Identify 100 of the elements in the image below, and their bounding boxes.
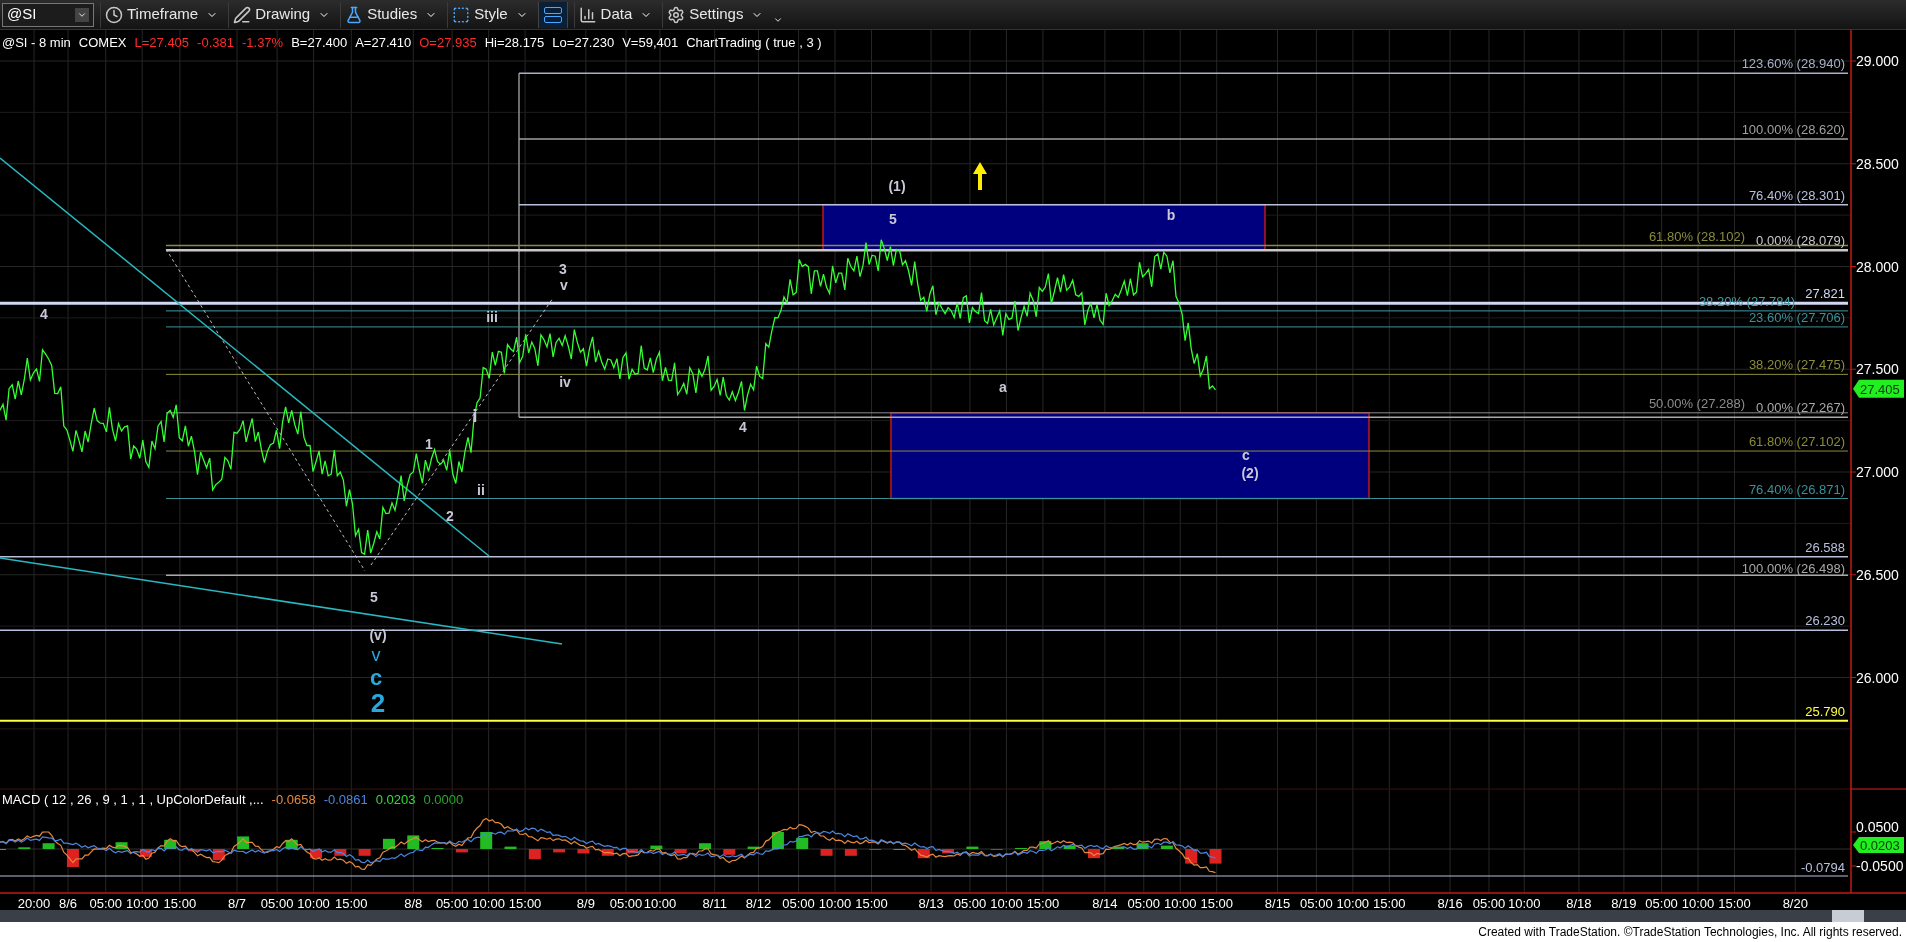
axis-label: 8/9 <box>576 896 595 910</box>
axis-label: 15:00 <box>335 896 368 910</box>
level-label: 25.790 <box>1805 703 1845 719</box>
level-label: 100.00% (28.620) <box>1741 122 1845 138</box>
bar-chart-icon <box>578 5 597 24</box>
axis-label: 8/14 <box>1092 896 1118 910</box>
axis-label: 10:00 <box>1507 896 1541 910</box>
axis-label: 10:00 <box>818 896 852 910</box>
axis-label: 15:00 <box>1200 896 1233 910</box>
wave-label: (1) <box>888 178 906 194</box>
wave-label: a <box>999 379 1007 395</box>
wave-label: (v) <box>369 627 387 643</box>
quote-field: B=27.400 <box>291 33 348 53</box>
quote-field: L=27.405 <box>134 33 190 53</box>
axis-label: 10:00 <box>1164 896 1197 910</box>
wave-label: 1 <box>425 436 433 452</box>
toolbar-menu-button[interactable]: Settings <box>662 1 768 28</box>
level-label: 27.821 <box>1805 286 1845 302</box>
axis-label: 05:00 <box>782 896 815 910</box>
axis-label: 10:00 <box>125 896 159 910</box>
wave-label: 5 <box>370 589 378 605</box>
wave-label: iv <box>559 374 571 390</box>
quote-field: Lo=27.230 <box>552 33 615 53</box>
axis-label: 29.000 <box>1856 53 1899 69</box>
quote-field: Hi=28.175 <box>484 33 545 53</box>
indicator-value: -0.0861 <box>323 791 368 809</box>
quote-field: V=59,401 <box>622 33 679 53</box>
level-label: 0.00% (28.079) <box>1756 233 1845 249</box>
scrollbar[interactable] <box>0 910 1906 922</box>
axis-label: 15:00 <box>855 896 888 910</box>
level-label: 26.230 <box>1805 613 1845 629</box>
quote-field: @SI - 8 min <box>2 33 71 53</box>
axis-label: 8/15 <box>1264 896 1291 910</box>
axis-label: 10:00 <box>643 896 677 910</box>
axis-label: 05:00 <box>1127 896 1161 910</box>
axis-label: 05:00 <box>260 896 294 910</box>
wave-label: 5 <box>889 211 897 227</box>
toolbar-menu-button[interactable]: Studies <box>340 1 442 28</box>
axis-label: 05:00 <box>89 896 122 910</box>
axis-label: 10:00 <box>990 896 1023 910</box>
level-label: 38.20% (27.784) <box>1698 293 1795 309</box>
wave-label: b <box>1166 207 1176 223</box>
level-label: 23.60% (27.706) <box>1748 309 1845 325</box>
axis-label: 15:00 <box>508 896 542 910</box>
level-label: 61.80% (27.102) <box>1748 434 1845 450</box>
level-label: 76.40% (28.301) <box>1748 187 1845 203</box>
toolbar-menu-button[interactable]: Data <box>573 1 657 28</box>
axis-label: 28.000 <box>1856 258 1899 275</box>
level-label: 38.20% (27.475) <box>1748 357 1845 373</box>
axis-label: 05:00 <box>1472 896 1506 910</box>
level-label: 0.00% (27.267) <box>1756 400 1845 416</box>
axis-label: 8/19 <box>1611 896 1637 910</box>
wave-label: i <box>472 405 478 426</box>
axis-label: 15:00 <box>1718 896 1751 910</box>
quote-field: -0.381 <box>197 33 234 53</box>
wave-label: v <box>560 277 568 293</box>
quote-field: COMEX <box>78 33 127 53</box>
axis-label: 05:00 <box>435 896 469 910</box>
axis-label: 8/13 <box>918 896 944 910</box>
axis-label: 8/6 <box>59 896 78 910</box>
axis-label: 15:00 <box>163 896 197 910</box>
axis-label: 28.500 <box>1856 155 1899 172</box>
axis-label: 8/12 <box>745 896 772 910</box>
axis-label: 26.500 <box>1856 566 1899 583</box>
toolbar-menu-button[interactable]: Style <box>447 1 532 28</box>
flask-icon <box>345 5 364 24</box>
axis-label: 8/11 <box>702 896 727 910</box>
axis-label: -0.0500 <box>1856 858 1904 874</box>
toolbar-menu-button[interactable]: Timeframe <box>100 1 223 28</box>
axis-label: 8/7 <box>228 896 247 910</box>
level-label: 61.80% (28.102) <box>1648 228 1745 244</box>
indicator-value: -0.0658 <box>271 791 316 809</box>
axis-label: 0.0500 <box>1856 819 1899 835</box>
axis-label: 10:00 <box>472 896 505 910</box>
axis-label: 10:00 <box>297 896 330 910</box>
level-label: 50.00% (27.288) <box>1648 395 1745 411</box>
axis-label: 27.000 <box>1856 464 1899 480</box>
quote-field: A=27.410 <box>355 33 412 53</box>
axis-label: 8/18 <box>1566 896 1592 910</box>
axis-label: 05:00 <box>953 896 987 910</box>
wave-label: (2) <box>1241 465 1259 481</box>
axis-label: 27.500 <box>1856 361 1899 378</box>
pen-icon <box>233 5 252 24</box>
scrollbar-thumb[interactable] <box>1832 910 1864 922</box>
toolbar-menu-button[interactable]: Drawing <box>228 1 335 28</box>
axis-label: 05:00 <box>1645 896 1678 910</box>
value-marker: 0.0203 <box>1853 837 1904 854</box>
axis-label: 10:00 <box>1681 896 1715 910</box>
axis-label: 15:00 <box>1026 896 1060 910</box>
wave-label: c <box>369 665 383 690</box>
axis-label: 10:00 <box>1336 896 1370 910</box>
indicator-value: 0.0203 <box>375 791 416 809</box>
wave-label: 4 <box>739 419 747 435</box>
indicator-value: 0.0000 <box>423 791 464 809</box>
layout-toggle[interactable] <box>537 1 568 28</box>
axis-label: 26.000 <box>1856 669 1899 686</box>
price-marker: 27.405 <box>1853 379 1904 398</box>
symbol-field[interactable]: @SI <box>2 2 94 27</box>
level-label: 100.00% (26.498) <box>1741 561 1845 577</box>
level-label: -0.0794 <box>1800 860 1845 875</box>
